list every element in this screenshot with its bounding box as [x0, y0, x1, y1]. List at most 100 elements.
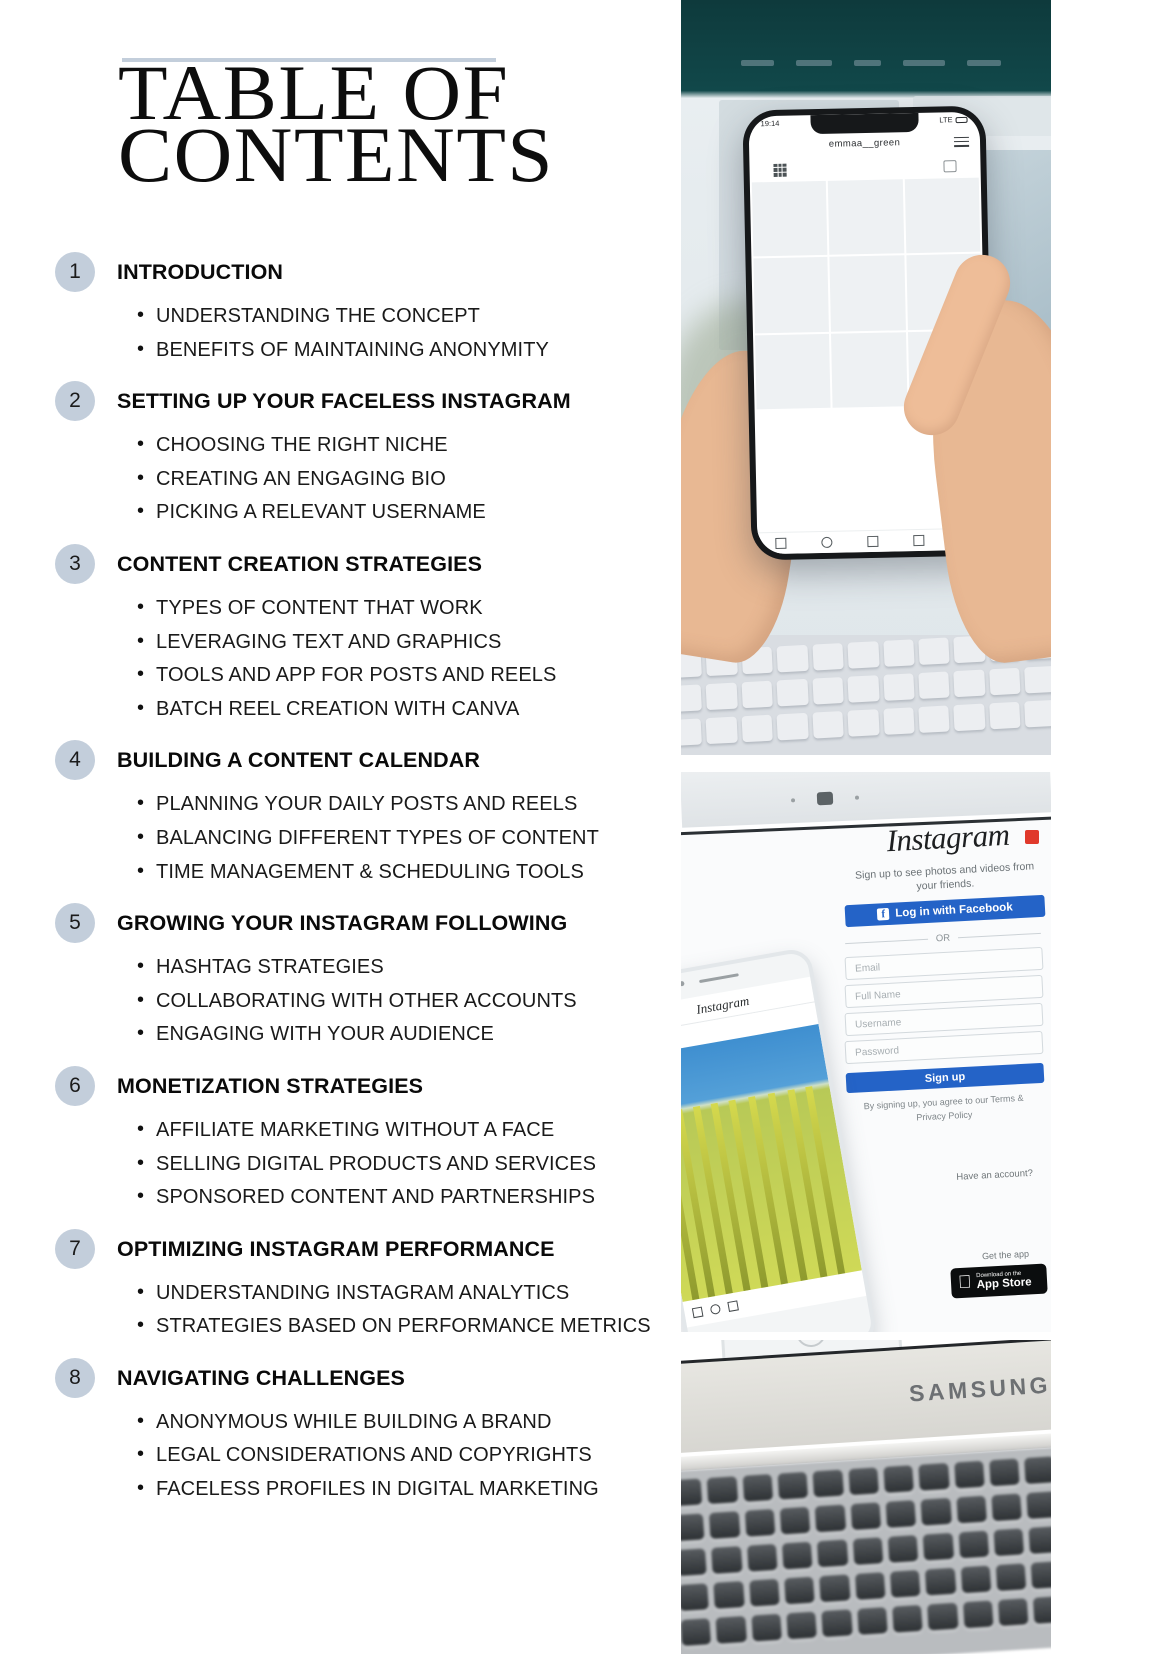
toc-section-header[interactable]: 6 MONETIZATION STRATEGIES [0, 1065, 681, 1106]
grid-photo[interactable] [755, 333, 831, 410]
front-camera-icon [681, 980, 685, 987]
section-bullets: HASHTAG STRATEGIES COLLABORATING WITH OT… [0, 950, 681, 1052]
section-title: SETTING UP YOUR FACELESS INSTAGRAM [117, 389, 571, 414]
facebook-button-label: Log in with Facebook [894, 901, 1014, 920]
list-item[interactable]: TYPES OF CONTENT THAT WORK [137, 591, 681, 626]
list-item[interactable]: ENGAGING WITH YOUR AUDIENCE [137, 1017, 681, 1052]
facebook-icon: f [876, 907, 890, 921]
toc-section-header[interactable]: 1 INTRODUCTION [0, 252, 681, 292]
section-title: INTRODUCTION [117, 260, 284, 284]
section-title: OPTIMIZING INSTAGRAM PERFORMANCE [117, 1236, 555, 1261]
toc-section: 7 OPTIMIZING INSTAGRAM PERFORMANCE UNDER… [0, 1228, 681, 1344]
home-button-icon [795, 1340, 827, 1348]
or-label: OR [935, 932, 951, 944]
list-item[interactable]: BENEFITS OF MAINTAINING ANONYMITY [137, 333, 681, 368]
grid-photo[interactable] [829, 255, 906, 332]
list-item[interactable]: UNDERSTANDING INSTAGRAM ANALYTICS [137, 1276, 681, 1311]
section-title: MONETIZATION STRATEGIES [117, 1073, 424, 1098]
list-item[interactable]: TOOLS AND APP FOR POSTS AND REELS [137, 658, 681, 693]
add-post-icon[interactable] [867, 535, 879, 548]
toc-section: 1 INTRODUCTION UNDERSTANDING THE CONCEPT… [0, 252, 681, 368]
toc-section-header[interactable]: 4 BUILDING A CONTENT CALENDAR [0, 740, 681, 781]
page-title-line-2: CONTENTS [118, 111, 555, 199]
section-bullets: CHOOSING THE RIGHT NICHE CREATING AN ENG… [0, 428, 681, 530]
grid-view-icon[interactable] [773, 163, 787, 177]
list-item[interactable]: PICKING A RELEVANT USERNAME [137, 495, 681, 530]
toc-section-header[interactable]: 3 CONTENT CREATION STRATEGIES [0, 543, 681, 584]
app-store-badge[interactable]:  Download on the App Store [950, 1263, 1048, 1299]
section-bullets: PLANNING YOUR DAILY POSTS AND REELS BALA… [0, 787, 681, 890]
section-title: GROWING YOUR INSTAGRAM FOLLOWING [117, 911, 568, 936]
heart-icon[interactable] [691, 1306, 704, 1319]
photo-samsung-laptop: SAMSUNG [681, 1340, 1051, 1654]
section-number-badge: 5 [55, 903, 95, 944]
list-item[interactable]: CHOOSING THE RIGHT NICHE [137, 428, 681, 463]
toc-section: 5 GROWING YOUR INSTAGRAM FOLLOWING HASHT… [0, 903, 681, 1052]
status-network: LTE [939, 115, 953, 125]
section-bullets: UNDERSTANDING THE CONCEPT BENEFITS OF MA… [0, 299, 681, 368]
comment-icon[interactable] [709, 1303, 722, 1316]
list-item[interactable]: ANONYMOUS WHILE BUILDING A BRAND [137, 1405, 681, 1440]
speaker-grill [698, 973, 739, 984]
list-item[interactable]: CREATING AN ENGAGING BIO [137, 462, 681, 497]
section-number-badge: 4 [55, 740, 95, 781]
toc-section: 6 MONETIZATION STRATEGIES AFFILIATE MARK… [0, 1065, 681, 1215]
section-number-badge: 6 [55, 1065, 95, 1106]
list-item[interactable]: FACELESS PROFILES IN DIGITAL MARKETING [137, 1472, 681, 1507]
profile-username[interactable]: emmaa__green [749, 136, 980, 152]
toc-left-column: TABLE OF CONTENTS 1 INTRODUCTION UNDERST… [0, 0, 681, 1654]
appstore-big-label: App Store [962, 1276, 1032, 1292]
section-bullets: UNDERSTANDING INSTAGRAM ANALYTICS STRATE… [0, 1276, 681, 1344]
home-icon[interactable] [774, 537, 787, 550]
hamburger-menu-icon[interactable] [953, 136, 970, 150]
grid-photo[interactable] [828, 179, 905, 256]
search-icon[interactable] [821, 536, 833, 549]
grid-photo[interactable] [831, 331, 908, 408]
grid-photo[interactable] [751, 180, 828, 257]
list-item[interactable]: BATCH REEL CREATION WITH CANVA [137, 692, 681, 727]
section-number-badge: 3 [55, 543, 95, 584]
list-item[interactable]: STRATEGIES BASED ON PERFORMANCE METRICS [137, 1309, 681, 1344]
toc-section-header[interactable]: 5 GROWING YOUR INSTAGRAM FOLLOWING [0, 903, 681, 944]
toc-sections-list: 1 INTRODUCTION UNDERSTANDING THE CONCEPT… [0, 252, 681, 1529]
section-bullets: ANONYMOUS WHILE BUILDING A BRAND LEGAL C… [0, 1405, 681, 1507]
toc-section-header[interactable]: 7 OPTIMIZING INSTAGRAM PERFORMANCE [0, 1228, 681, 1269]
toc-section-header[interactable]: 8 NAVIGATING CHALLENGES [0, 1357, 681, 1398]
section-number-badge: 8 [55, 1357, 95, 1398]
status-time: 19:14 [760, 118, 780, 129]
photo-column: 19:14 LTE emmaa__green Instagram Sign up… [681, 0, 1170, 1654]
toc-section: 2 SETTING UP YOUR FACELESS INSTAGRAM CHO… [0, 381, 681, 530]
section-title: NAVIGATING CHALLENGES [117, 1365, 405, 1390]
list-item[interactable]: TIME MANAGEMENT & SCHEDULING TOOLS [137, 855, 681, 890]
photo-hand-phone-instagram: 19:14 LTE emmaa__green [681, 0, 1051, 755]
toc-page: TABLE OF CONTENTS 1 INTRODUCTION UNDERST… [0, 0, 1170, 1654]
battery-icon [955, 116, 968, 123]
section-number-badge: 2 [55, 381, 95, 422]
heart-icon[interactable] [913, 534, 925, 547]
grid-photo[interactable] [904, 177, 981, 254]
toc-section: 8 NAVIGATING CHALLENGES ANONYMOUS WHILE … [0, 1357, 681, 1507]
tagged-photos-icon[interactable] [943, 160, 957, 173]
photo1-blurred-navbar [741, 60, 1001, 72]
webcam-icon [816, 791, 834, 806]
toc-section-header[interactable]: 2 SETTING UP YOUR FACELESS INSTAGRAM [0, 381, 681, 422]
list-item[interactable]: AFFILIATE MARKETING WITHOUT A FACE [137, 1113, 681, 1148]
section-title: CONTENT CREATION STRATEGIES [117, 551, 483, 576]
list-item[interactable]: LEGAL CONSIDERATIONS AND COPYRIGHTS [137, 1438, 681, 1473]
list-item[interactable]: SPONSORED CONTENT AND PARTNERSHIPS [137, 1180, 681, 1215]
page-title: TABLE OF CONTENTS [118, 53, 659, 199]
list-item[interactable]: SELLING DIGITAL PRODUCTS AND SERVICES [137, 1147, 681, 1182]
list-item[interactable]: HASHTAG STRATEGIES [137, 950, 681, 985]
section-bullets: AFFILIATE MARKETING WITHOUT A FACE SELLI… [0, 1113, 681, 1215]
section-title: BUILDING A CONTENT CALENDAR [117, 748, 481, 773]
section-number-badge: 1 [55, 252, 95, 292]
notification-badge-icon [1025, 830, 1039, 844]
list-item[interactable]: PLANNING YOUR DAILY POSTS AND REELS [137, 787, 681, 822]
list-item[interactable]: COLLABORATING WITH OTHER ACCOUNTS [137, 984, 681, 1019]
share-icon[interactable] [727, 1300, 739, 1312]
list-item[interactable]: BALANCING DIFFERENT TYPES OF CONTENT [137, 821, 681, 856]
grid-photo[interactable] [753, 257, 830, 334]
list-item[interactable]: UNDERSTANDING THE CONCEPT [137, 299, 681, 334]
list-item[interactable]: LEVERAGING TEXT AND GRAPHICS [137, 625, 681, 660]
section-number-badge: 7 [55, 1228, 95, 1269]
